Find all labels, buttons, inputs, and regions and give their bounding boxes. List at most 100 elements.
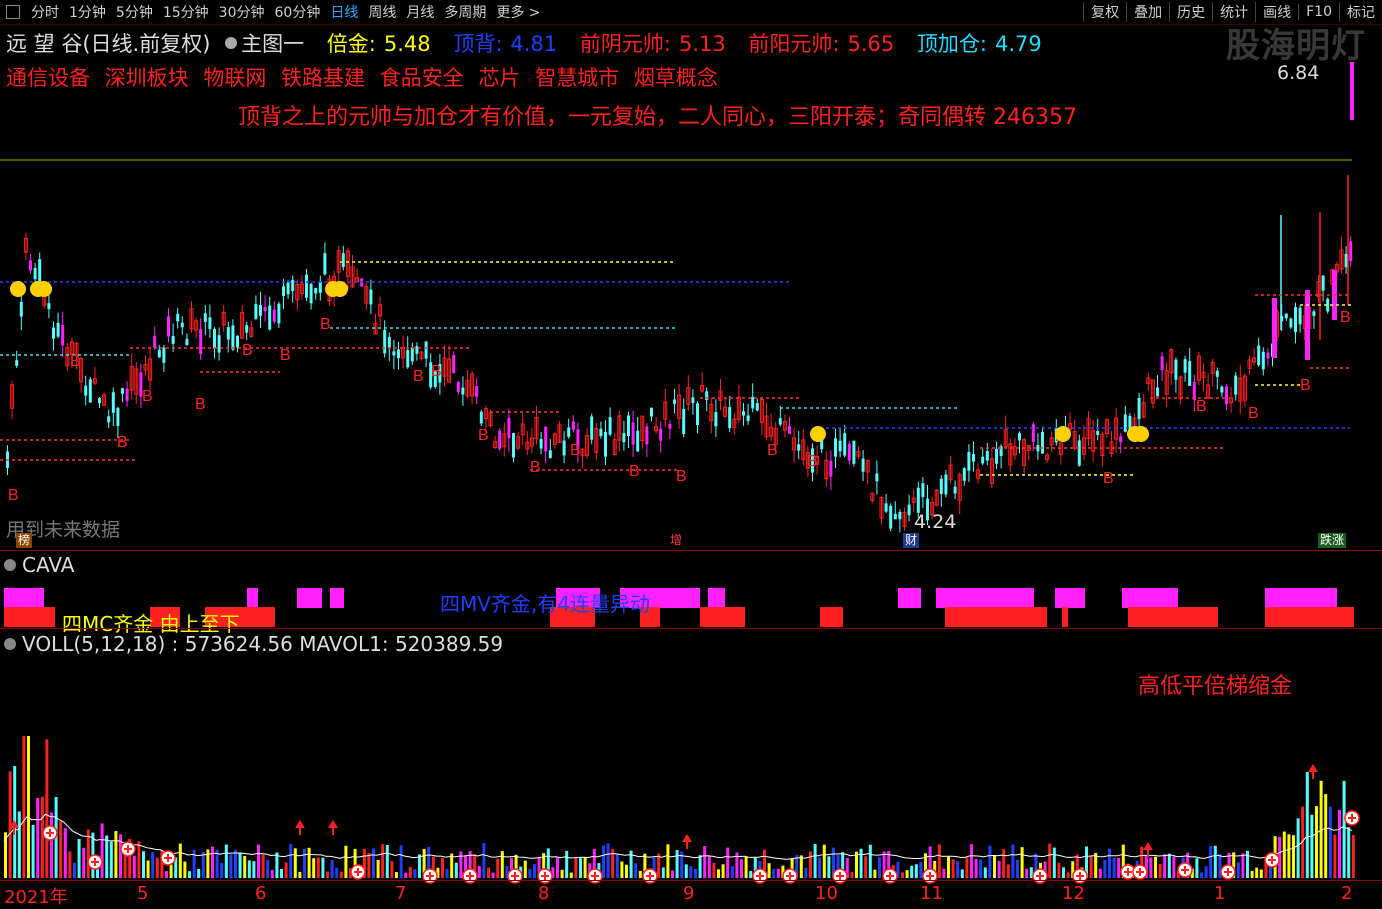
buy-signal-b: B bbox=[767, 442, 778, 459]
volume-bar bbox=[284, 862, 288, 878]
candle-body bbox=[98, 398, 101, 404]
volume-bar bbox=[1296, 818, 1300, 878]
volume-bar bbox=[275, 852, 279, 878]
volume-bar bbox=[615, 854, 619, 878]
concept-item[interactable]: 深圳板块 bbox=[105, 66, 189, 90]
candle-body bbox=[1174, 359, 1178, 380]
candle-body bbox=[272, 309, 276, 322]
volume-bar bbox=[1338, 809, 1341, 878]
volume-bar bbox=[822, 844, 826, 878]
candle-body bbox=[921, 483, 925, 497]
panel-divider bbox=[0, 550, 1382, 551]
volume-bar bbox=[155, 857, 159, 878]
candle-body bbox=[788, 425, 791, 434]
concept-item[interactable]: 烟草概念 bbox=[634, 66, 718, 90]
candle-body bbox=[410, 347, 414, 362]
concept-item[interactable]: 芯片 bbox=[478, 66, 520, 90]
candle-body bbox=[1119, 436, 1123, 443]
volume-bar bbox=[376, 859, 380, 878]
kline-chart[interactable]: BBBBBBBBBBBBBBBBBBBBBBB bbox=[0, 0, 1382, 903]
volume-bar bbox=[413, 869, 417, 878]
volume-bar bbox=[956, 861, 960, 878]
candle-body bbox=[590, 416, 594, 440]
volume-bar bbox=[1250, 870, 1254, 878]
candle-body bbox=[627, 415, 630, 436]
axis-label: 5 bbox=[137, 883, 149, 904]
volume-bar bbox=[105, 835, 109, 878]
volume-bar bbox=[684, 864, 688, 878]
volume-bar bbox=[399, 845, 403, 878]
candle-body bbox=[107, 416, 111, 423]
concept-item[interactable]: 通信设备 bbox=[6, 66, 90, 90]
main-chart-selector[interactable]: 主图一 bbox=[225, 32, 312, 56]
buy-signal-b: B bbox=[320, 316, 331, 333]
candle-body bbox=[153, 335, 157, 348]
candle-body bbox=[1220, 386, 1224, 393]
candle-body bbox=[415, 346, 419, 354]
volume-bar bbox=[712, 862, 716, 878]
buy-signal-b: B bbox=[478, 427, 489, 444]
volume-bar bbox=[339, 871, 343, 878]
candle-body bbox=[309, 283, 313, 304]
volume-bar bbox=[827, 856, 831, 878]
voll-title[interactable]: VOLL(5,12,18) : 573624.56 MAVOL1: 520389… bbox=[4, 632, 503, 656]
volume-bar bbox=[1310, 814, 1314, 878]
candle-body bbox=[1137, 397, 1141, 420]
volume-bar bbox=[40, 796, 44, 878]
volume-bar bbox=[487, 867, 490, 878]
volume-bar bbox=[114, 831, 118, 878]
candle-body bbox=[199, 329, 203, 355]
volume-bar bbox=[289, 843, 293, 878]
volume-bar bbox=[675, 850, 679, 878]
tag-bang[interactable]: 榜 bbox=[16, 533, 33, 548]
volume-bar bbox=[459, 851, 463, 878]
volume-bar bbox=[243, 856, 247, 878]
volume-bar bbox=[625, 864, 628, 878]
cava-bar-magenta bbox=[1265, 588, 1337, 608]
volume-bar bbox=[556, 857, 559, 878]
candle-body bbox=[682, 408, 686, 435]
candle-body bbox=[254, 304, 258, 319]
volume-bar bbox=[1200, 872, 1203, 878]
tag-zeng[interactable]: 增 bbox=[668, 533, 685, 548]
cava-title[interactable]: CAVA bbox=[4, 553, 74, 577]
axis-label: 11 bbox=[920, 883, 943, 904]
candle-body bbox=[1188, 361, 1192, 386]
candle-body bbox=[56, 322, 60, 337]
buy-signal-b: B bbox=[142, 388, 153, 405]
concept-item[interactable]: 食品安全 bbox=[380, 66, 464, 90]
volume-bar bbox=[257, 844, 260, 878]
candle-body bbox=[1225, 386, 1228, 404]
concept-item[interactable]: 智慧城市 bbox=[535, 66, 619, 90]
smiley-icon bbox=[810, 426, 826, 442]
tag-cai[interactable]: 财 bbox=[903, 533, 920, 548]
volume-bar bbox=[1020, 847, 1024, 878]
stock-title[interactable]: 远 望 谷(日线.前复权) bbox=[6, 32, 210, 56]
candle-body bbox=[696, 403, 699, 425]
volume-bar bbox=[997, 860, 1001, 878]
candle-body bbox=[608, 417, 612, 435]
volume-bar bbox=[983, 867, 987, 878]
volume-bar bbox=[367, 853, 371, 878]
buy-signal-b: B bbox=[676, 468, 687, 485]
volume-bar bbox=[500, 851, 504, 878]
candle-body bbox=[972, 454, 975, 462]
candle-body bbox=[277, 303, 281, 324]
tag-diezhang[interactable]: 跌涨 bbox=[1318, 533, 1347, 548]
candle-body bbox=[861, 458, 865, 472]
concept-item[interactable]: 物联网 bbox=[203, 66, 266, 90]
volume-bar bbox=[1062, 867, 1065, 878]
candle-body bbox=[162, 347, 166, 363]
volume-bar bbox=[344, 845, 348, 878]
volume-bar bbox=[611, 848, 615, 878]
candle-body bbox=[645, 426, 649, 445]
candle-body bbox=[1298, 307, 1302, 325]
concept-item[interactable]: 铁路基建 bbox=[281, 66, 365, 90]
candle-body bbox=[111, 392, 115, 413]
volume-bar bbox=[27, 736, 30, 878]
candle-body bbox=[387, 336, 391, 349]
candle-body bbox=[673, 399, 676, 404]
volume-bar bbox=[372, 848, 375, 878]
volume-bar bbox=[620, 861, 624, 878]
volume-bar bbox=[1282, 831, 1286, 878]
